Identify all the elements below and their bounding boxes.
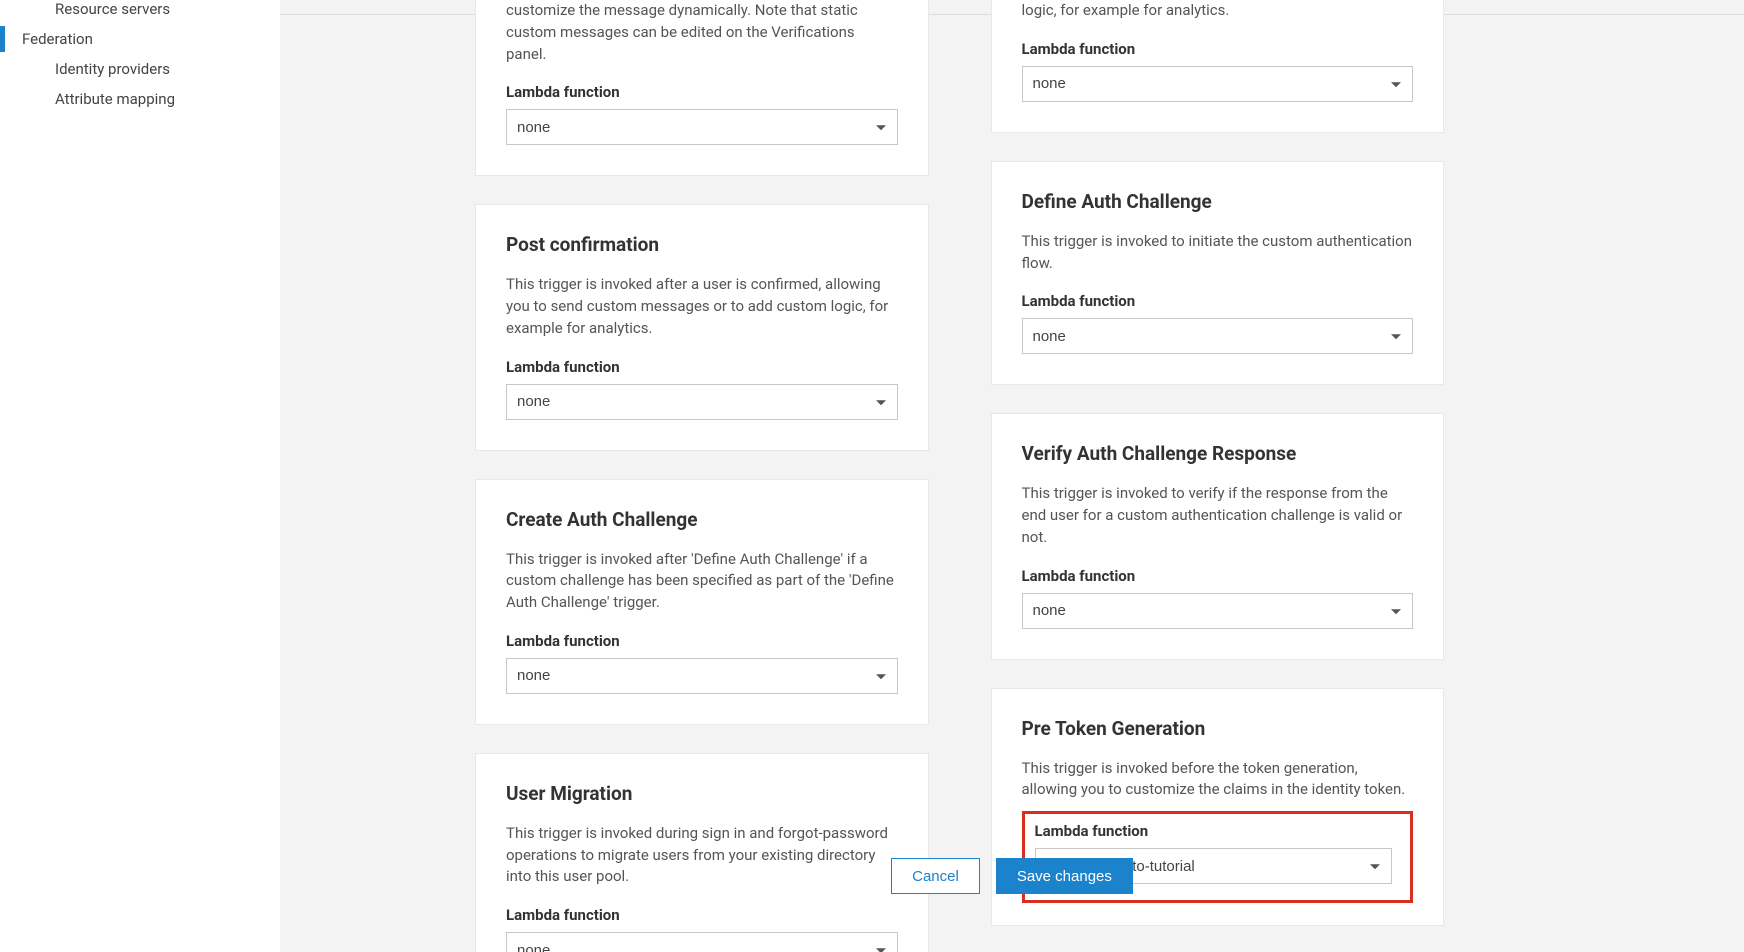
card-description: This trigger is invoked to verify if the… xyxy=(1022,483,1414,548)
card-user-migration: User Migration This trigger is invoked d… xyxy=(475,753,929,952)
right-column: logic, for example for analytics. Lambda… xyxy=(991,0,1445,952)
lambda-select-wrapper: none xyxy=(506,109,898,145)
lambda-select[interactable]: none xyxy=(506,384,898,420)
field-label: Lambda function xyxy=(506,358,898,376)
card-title: Post confirmation xyxy=(506,233,898,256)
sidebar-item-identity-providers[interactable]: Identity providers xyxy=(0,54,280,84)
field-label: Lambda function xyxy=(1035,822,1393,840)
sidebar: Resource servers Federation Identity pro… xyxy=(0,0,280,952)
card-title: Create Auth Challenge xyxy=(506,508,898,531)
cancel-button[interactable]: Cancel xyxy=(891,858,980,894)
card-define-auth-challenge: Define Auth Challenge This trigger is in… xyxy=(991,161,1445,386)
field-label: Lambda function xyxy=(506,83,898,101)
lambda-select[interactable]: none xyxy=(506,932,898,952)
card-description: This trigger is invoked after 'Define Au… xyxy=(506,549,898,614)
lambda-select-wrapper: none xyxy=(1022,593,1414,629)
lambda-select[interactable]: none xyxy=(506,658,898,694)
card-title: Verify Auth Challenge Response xyxy=(1022,442,1414,465)
save-button[interactable]: Save changes xyxy=(996,858,1133,894)
field-label: Lambda function xyxy=(1022,567,1414,585)
lambda-select[interactable]: none xyxy=(1022,593,1414,629)
card-description: This trigger is invoked to initiate the … xyxy=(1022,231,1414,275)
lambda-select-wrapper: none xyxy=(1022,318,1414,354)
card-description: This trigger is invoked before the token… xyxy=(1022,758,1414,802)
card-verify-auth-challenge: Verify Auth Challenge Response This trig… xyxy=(991,413,1445,659)
left-column: customize the message dynamically. Note … xyxy=(475,0,929,952)
card-post-confirmation: Post confirmation This trigger is invoke… xyxy=(475,204,929,450)
field-label: Lambda function xyxy=(1022,292,1414,310)
card-title: Pre Token Generation xyxy=(1022,717,1414,740)
card-description: This trigger is invoked after a user is … xyxy=(506,274,898,339)
action-row: Cancel Save changes xyxy=(280,858,1744,894)
lambda-select-wrapper: none xyxy=(1022,66,1414,102)
field-label: Lambda function xyxy=(506,632,898,650)
field-label: Lambda function xyxy=(506,906,898,924)
sidebar-item-federation[interactable]: Federation xyxy=(0,24,280,54)
card-create-auth-challenge: Create Auth Challenge This trigger is in… xyxy=(475,479,929,725)
card-description: customize the message dynamically. Note … xyxy=(506,0,898,65)
lambda-select-wrapper: none xyxy=(506,384,898,420)
lambda-select-wrapper: none xyxy=(506,932,898,952)
sidebar-item-resource-servers[interactable]: Resource servers xyxy=(0,0,280,24)
field-label: Lambda function xyxy=(1022,40,1414,58)
main-content: customize the message dynamically. Note … xyxy=(280,0,1744,952)
sidebar-item-attribute-mapping[interactable]: Attribute mapping xyxy=(0,84,280,114)
lambda-select-wrapper: none xyxy=(506,658,898,694)
card-description: logic, for example for analytics. xyxy=(1022,0,1414,22)
lambda-select[interactable]: none xyxy=(1022,66,1414,102)
lambda-select[interactable]: none xyxy=(506,109,898,145)
card-title: User Migration xyxy=(506,782,898,805)
card-post-auth: logic, for example for analytics. Lambda… xyxy=(991,0,1445,133)
card-title: Define Auth Challenge xyxy=(1022,190,1414,213)
card-custom-message: customize the message dynamically. Note … xyxy=(475,0,929,176)
lambda-select[interactable]: none xyxy=(1022,318,1414,354)
